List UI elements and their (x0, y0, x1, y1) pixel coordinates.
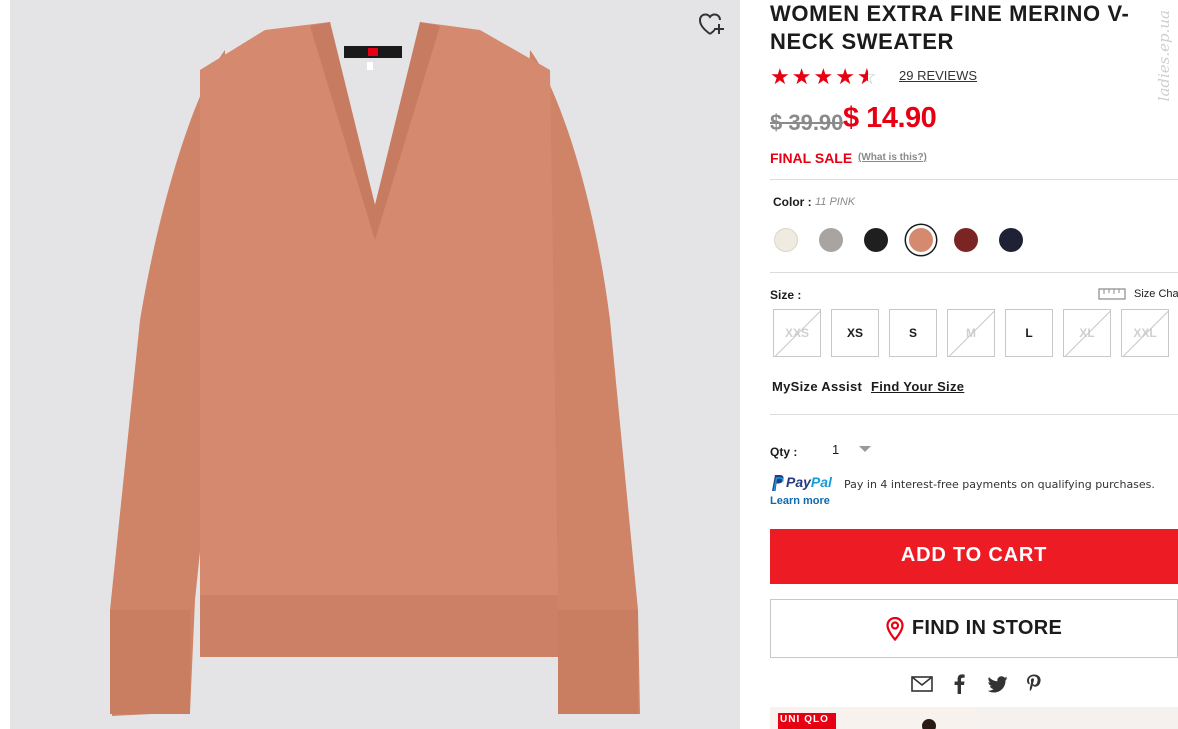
qty-label: Qty : (770, 445, 798, 459)
mysize-assist-label: MySize Assist (772, 379, 863, 394)
add-to-cart-button[interactable]: ADD TO CART (770, 529, 1178, 584)
paypal-brand-p: Pay (786, 474, 811, 490)
size-option-xl[interactable]: XL (1063, 309, 1111, 357)
paypal-icon (772, 475, 784, 492)
qty-select[interactable]: 1 (822, 437, 882, 461)
color-swatch-black[interactable] (864, 228, 888, 252)
product-title: WOMEN EXTRA FINE MERINO V-NECK SWEATER (770, 1, 1130, 54)
share-facebook-button[interactable] (947, 673, 971, 695)
ruler-icon (1098, 288, 1126, 300)
pinterest-icon (1027, 674, 1041, 692)
promo-banner[interactable]: UNI QLO (770, 707, 1178, 729)
product-image (10, 0, 740, 729)
product-details: WOMEN EXTRA FINE MERINO V-NECK SWEATER l… (770, 0, 1178, 729)
color-swatch-gray[interactable] (819, 228, 843, 252)
find-your-size-link[interactable]: Find Your Size (871, 379, 964, 394)
what-is-this-link[interactable]: (What is this?) (858, 152, 927, 163)
location-pin-icon (886, 616, 904, 641)
size-chart-link[interactable]: Size Cha (1098, 288, 1178, 300)
size-chart-label: Size Cha (1134, 288, 1178, 300)
sweater-illustration (110, 22, 640, 716)
qty-value: 1 (832, 441, 840, 457)
banner-right-panel (978, 707, 1178, 729)
color-swatch-navy[interactable] (999, 228, 1023, 252)
size-option-xxl[interactable]: XXL (1121, 309, 1169, 357)
paypal-brand-pal: Pal (810, 474, 832, 490)
heart-plus-icon (698, 13, 724, 35)
reviews-link[interactable]: 29 REVIEWS (899, 68, 977, 83)
find-in-store-button[interactable]: FIND IN STORE (770, 599, 1178, 658)
selected-color-value: 11 PINK (815, 196, 856, 208)
find-in-store-label: FIND IN STORE (911, 617, 1063, 639)
divider (770, 414, 1178, 415)
star-icon: ★ (791, 64, 812, 89)
color-label: Color : (773, 195, 812, 209)
logo-text-top: UNI (780, 714, 801, 725)
size-label: Size : (770, 288, 802, 302)
sweater-image (110, 22, 640, 716)
share-twitter-button[interactable] (986, 673, 1010, 695)
share-pinterest-button[interactable] (1022, 673, 1046, 695)
divider (770, 272, 1178, 273)
star-icon: ★ (835, 64, 855, 89)
sale-price: $ 14.90 (843, 102, 937, 134)
original-price: $ 39.90 (770, 110, 844, 135)
paypal-message: Pay in 4 interest-free payments on quali… (844, 478, 1155, 491)
star-icon: ★ (770, 64, 790, 89)
paypal-learn-more-link[interactable]: Learn more (770, 495, 830, 507)
size-option-l[interactable]: L (1005, 309, 1053, 357)
divider (770, 179, 1178, 180)
watermark-text: ladies.ep.ua (1155, 10, 1173, 102)
color-swatch-off-white[interactable] (774, 228, 798, 252)
uniqlo-logo: UNI QLO (778, 713, 836, 729)
size-option-m[interactable]: M (947, 309, 995, 357)
twitter-icon (988, 675, 1008, 692)
logo-text-bottom: QLO (804, 714, 829, 725)
color-swatch-pink[interactable] (909, 228, 933, 252)
wishlist-button[interactable] (698, 12, 726, 38)
color-swatch-wine[interactable] (954, 228, 978, 252)
rating-stars: ★ ★ ★ ★ ☆ ★ (770, 66, 879, 88)
facebook-icon (954, 674, 965, 694)
size-option-xs[interactable]: XS (831, 309, 879, 357)
half-star-icon: ☆ ★ (856, 64, 877, 89)
share-email-button[interactable] (910, 673, 934, 695)
size-option-xxs[interactable]: XXS (773, 309, 821, 357)
chevron-down-icon (859, 446, 872, 452)
banner-model-image (922, 719, 936, 729)
final-sale-label: FINAL SALE (770, 150, 853, 166)
paypal-logo: PayPal (770, 474, 832, 492)
size-option-s[interactable]: S (889, 309, 937, 357)
email-icon (911, 676, 933, 692)
star-icon: ★ (813, 64, 834, 89)
